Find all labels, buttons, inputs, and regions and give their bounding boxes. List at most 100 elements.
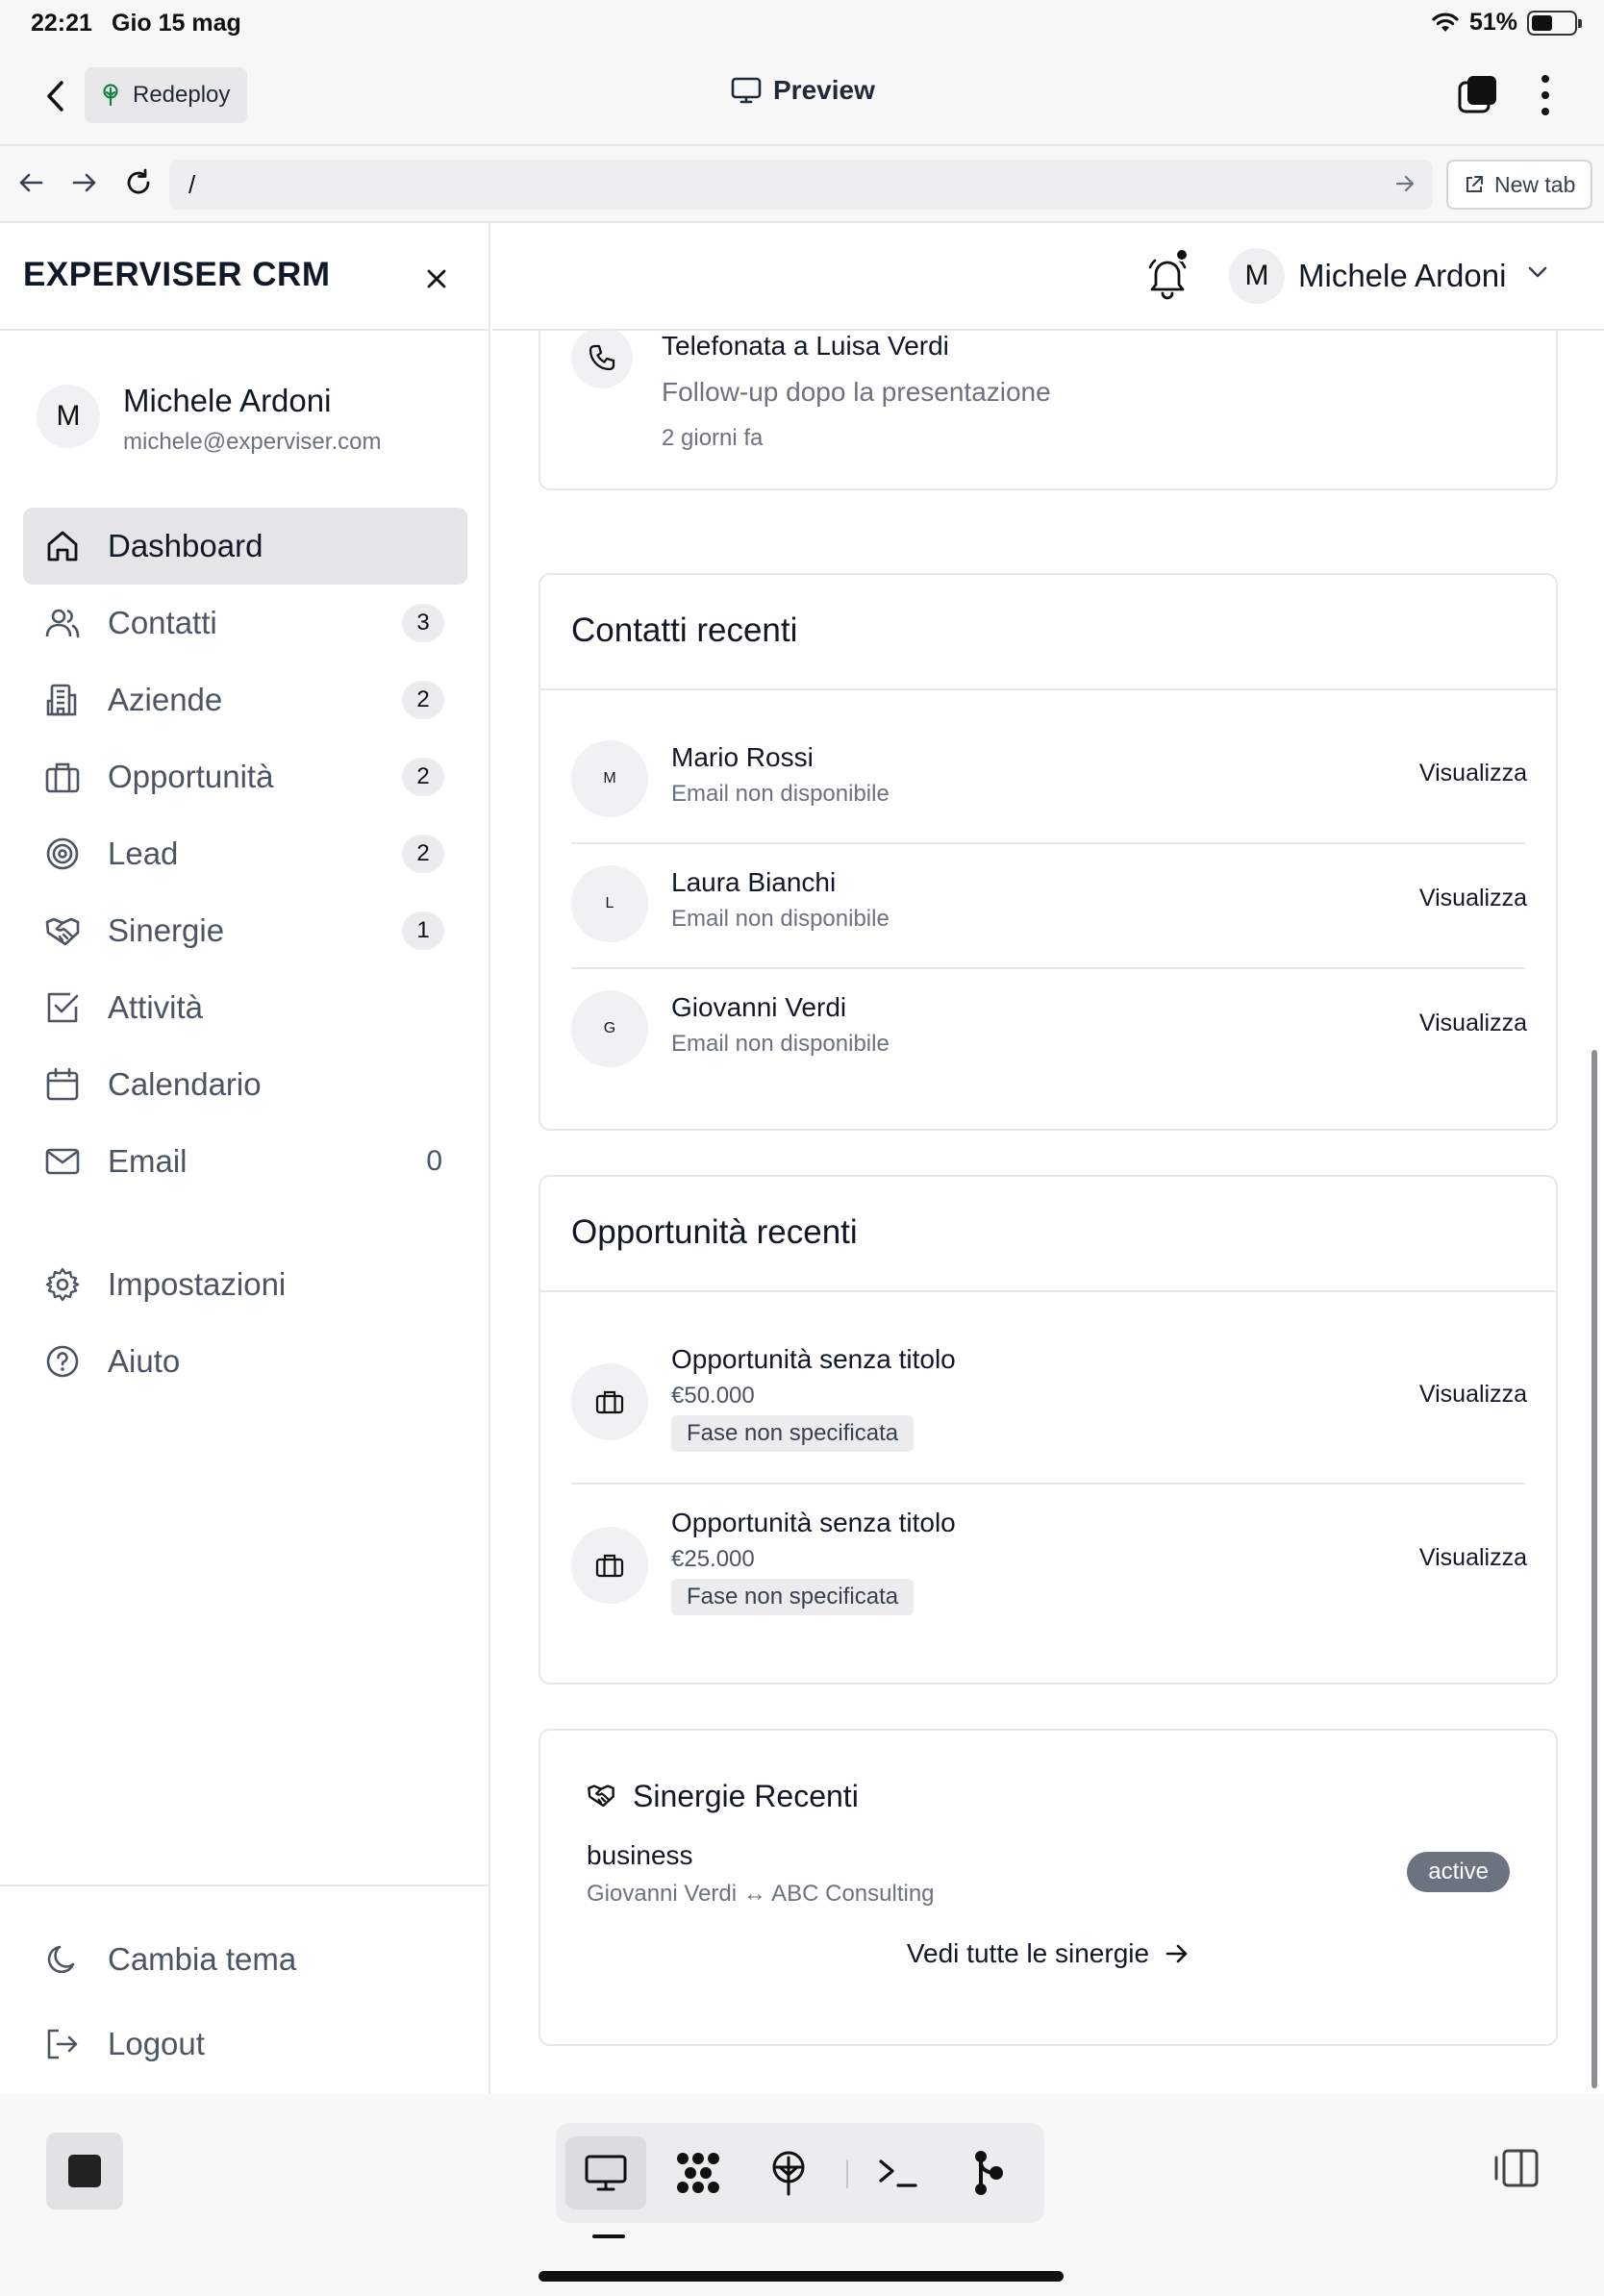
status-time: 22:21 [31, 10, 92, 37]
theme-toggle[interactable]: Cambia tema [23, 1921, 467, 1998]
terminal-icon [879, 2159, 917, 2187]
home-indicator [539, 2271, 1064, 2282]
phone-icon [571, 331, 633, 388]
more-options-icon[interactable] [1531, 71, 1560, 119]
dashboard-content: Telefonata a Luisa Verdi Follow-up dopo … [492, 331, 1592, 2094]
reload-icon[interactable] [119, 163, 158, 202]
sidebar-item-opportunita[interactable]: Opportunità 2 [23, 738, 467, 815]
preview-title: Preview [731, 75, 875, 106]
briefcase-icon [571, 1527, 648, 1604]
contact-email: Email non disponibile [671, 781, 890, 807]
logout-button[interactable]: Logout [23, 2006, 467, 2083]
chevron-left-icon [47, 81, 63, 112]
active-tool-indicator [592, 2234, 625, 2238]
url-input[interactable]: / [169, 160, 1433, 210]
apps-tool[interactable] [658, 2136, 739, 2209]
nav-back-icon[interactable] [12, 163, 50, 202]
app-bar: Redeploy Preview [0, 46, 1604, 146]
bottom-toolbar [0, 2094, 1604, 2296]
sidebar-item-impostazioni[interactable]: Impostazioni [23, 1246, 467, 1323]
tabs-icon[interactable] [1456, 73, 1500, 117]
activity-title: Telefonata a Luisa Verdi [662, 331, 949, 361]
contact-name: Giovanni Verdi [671, 992, 847, 1022]
sidebar-item-label: Dashboard [108, 528, 263, 563]
target-icon [44, 836, 81, 872]
sidebar-item-label: Email [108, 1143, 188, 1179]
view-contact-link[interactable]: Visualizza [1419, 760, 1527, 787]
count-badge: 1 [402, 911, 444, 950]
view-opportunity-link[interactable]: Visualizza [1419, 1381, 1527, 1409]
avatar: M [37, 385, 100, 448]
sidebar-item-calendario[interactable]: Calendario [23, 1046, 467, 1123]
go-arrow-icon[interactable] [1392, 171, 1417, 196]
sidebar-toggle-icon[interactable] [1492, 2148, 1541, 2188]
view-contact-link[interactable]: Visualizza [1419, 885, 1527, 912]
calendar-icon [44, 1066, 81, 1103]
view-contact-link[interactable]: Visualizza [1419, 1010, 1527, 1037]
synergy-name: business [587, 1840, 693, 1870]
sidebar-footer: Cambia tema Logout [0, 1884, 489, 2094]
url-text: / [188, 169, 196, 199]
opportunity-amount: €50.000 [671, 1383, 755, 1409]
recent-synergies-card: Sinergie Recenti business Giovanni Verdi… [539, 1729, 1558, 2046]
sidebar-item-aziende[interactable]: Aziende 2 [23, 661, 467, 738]
sidebar-item-dashboard[interactable]: Dashboard [23, 508, 467, 585]
console-tool[interactable] [858, 2136, 939, 2209]
avatar[interactable]: M [1229, 248, 1285, 304]
status-badge: active [1407, 1852, 1510, 1892]
git-tool[interactable] [948, 2136, 1029, 2209]
opportunity-amount: €25.000 [671, 1546, 755, 1572]
notification-dot [1175, 248, 1189, 262]
mail-icon [44, 1143, 81, 1180]
new-tab-button[interactable]: New tab [1446, 160, 1593, 210]
home-icon [44, 528, 81, 564]
activity-card: Telefonata a Luisa Verdi Follow-up dopo … [539, 331, 1558, 490]
handshake-icon [587, 1781, 615, 1809]
sidebar-item-attivita[interactable]: Attività [23, 969, 467, 1046]
monitor-icon [585, 2155, 627, 2191]
chevron-down-icon[interactable] [1527, 265, 1548, 279]
sidebar-secondary-menu: Impostazioni Aiuto [23, 1246, 467, 1400]
new-tab-label: New tab [1494, 171, 1576, 197]
view-opportunity-link[interactable]: Visualizza [1419, 1544, 1527, 1572]
activity-time: 2 giorni fa [662, 425, 764, 451]
sidebar-item-email[interactable]: Email 0 [23, 1123, 467, 1200]
stop-button[interactable] [46, 2133, 123, 2209]
close-icon [427, 269, 446, 288]
status-right: 51% [1431, 9, 1582, 37]
preview-label: Preview [773, 75, 875, 105]
sidebar-item-aiuto[interactable]: Aiuto [23, 1323, 467, 1400]
list-item: G Giovanni Verdi Email non disponibile V… [540, 967, 1556, 1092]
sidebar-user-name: Michele Ardoni [123, 383, 332, 418]
list-item: M Mario Rossi Email non disponibile Visu… [540, 688, 1556, 842]
view-all-synergies-link[interactable]: Vedi tutte le sinergie [540, 1938, 1556, 1969]
wifi-icon [1431, 12, 1460, 35]
sidebar-user-email: michele@experviser.com [123, 429, 382, 455]
count-badge: 2 [402, 835, 444, 873]
avatar: L [571, 865, 648, 942]
header-user-name[interactable]: Michele Ardoni [1298, 258, 1506, 294]
toolbar-divider [846, 2159, 848, 2188]
deploy-tool[interactable] [748, 2136, 829, 2209]
sidebar-item-label: Impostazioni [108, 1266, 287, 1302]
preview-tool[interactable] [565, 2136, 646, 2209]
sidebar-item-sinergie[interactable]: Sinergie 1 [23, 892, 467, 969]
stop-icon [68, 2155, 101, 2187]
scrollbar-thumb[interactable] [1591, 1050, 1597, 2088]
sidebar-item-contatti[interactable]: Contatti 3 [23, 585, 467, 661]
close-sidebar-button[interactable] [419, 262, 454, 296]
sidebar-item-lead[interactable]: Lead 2 [23, 815, 467, 892]
redeploy-button[interactable]: Redeploy [85, 67, 248, 123]
contact-name: Mario Rossi [671, 742, 814, 772]
email-count: 0 [426, 1145, 442, 1177]
nav-forward-icon[interactable] [65, 163, 104, 202]
users-icon [44, 605, 81, 641]
handshake-icon [44, 912, 81, 949]
count-badge: 2 [402, 758, 444, 796]
back-button[interactable] [35, 75, 77, 117]
monitor-icon [731, 77, 762, 104]
help-icon [44, 1343, 81, 1380]
stage-badge: Fase non specificata [671, 1415, 915, 1452]
status-date: Gio 15 mag [112, 10, 241, 37]
recent-contacts-title: Contatti recenti [571, 611, 798, 649]
